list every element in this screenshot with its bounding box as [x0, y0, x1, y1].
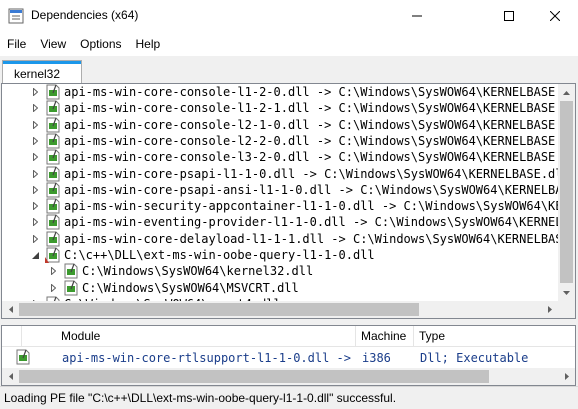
modules-list[interactable]: Module Machine Type api-ms-win-core-rtls… [1, 325, 576, 386]
scroll-down-icon[interactable] [558, 284, 575, 301]
dll-icon [45, 198, 61, 214]
collapsed-triangle-icon[interactable] [30, 84, 40, 100]
tree-node-label: api-ms-win-core-psapi-ansi-l1-1-0.dll ->… [64, 182, 576, 197]
dll-icon [15, 349, 31, 365]
tree-node[interactable]: api-ms-win-core-console-l2-2-0.dll -> C:… [30, 133, 576, 149]
collapsed-triangle-icon[interactable] [30, 149, 40, 165]
modules-horizontal-thumb[interactable] [19, 370, 489, 383]
scroll-left-icon[interactable] [2, 368, 19, 385]
tree-horizontal-thumb[interactable] [19, 303, 419, 316]
dll-warning-icon [45, 247, 61, 263]
app-icon [8, 8, 24, 24]
menu-help[interactable]: Help [129, 34, 168, 54]
collapsed-triangle-icon[interactable] [30, 133, 40, 149]
scroll-up-icon[interactable] [558, 84, 575, 101]
collapsed-triangle-icon[interactable] [48, 263, 58, 279]
dll-icon [45, 84, 61, 100]
dll-icon [63, 280, 79, 296]
title-bar: Dependencies (x64) [0, 0, 578, 31]
dll-icon [45, 166, 61, 182]
dll-icon [45, 100, 61, 116]
collapsed-triangle-icon[interactable] [30, 100, 40, 116]
column-header-type[interactable]: Type [414, 326, 575, 347]
expanded-triangle-icon[interactable] [30, 247, 40, 263]
close-icon [550, 10, 560, 21]
dependency-tree[interactable]: api-ms-win-core-console-l1-2-0.dll -> C:… [1, 83, 576, 319]
collapsed-triangle-icon[interactable] [30, 231, 40, 247]
tree-node[interactable]: C:\Windows\SysWOW64\kernel32.dll [48, 263, 313, 279]
tree-node[interactable]: C:\c++\DLL\ext-ms-win-oobe-query-l1-1-0.… [30, 247, 375, 263]
tree-node-label: api-ms-win-eventing-provider-l1-1-0.dll … [64, 215, 576, 230]
tree-node[interactable]: api-ms-win-core-console-l3-2-0.dll -> C:… [30, 149, 576, 165]
tree-vertical-scrollbar[interactable] [558, 84, 575, 301]
menu-view[interactable]: View [33, 34, 73, 54]
dll-icon [45, 149, 61, 165]
modules-header: Module Machine Type [2, 326, 575, 347]
scroll-left-icon[interactable] [2, 301, 19, 318]
module-type: Dll; Executable [420, 351, 529, 365]
tree-node[interactable]: api-ms-win-core-console-l2-1-0.dll -> C:… [30, 117, 576, 133]
window-title: Dependencies (x64) [31, 8, 139, 22]
column-header-machine[interactable]: Machine [356, 326, 414, 347]
tree-node[interactable]: C:\Windows\SysWOW64\MSVCRT.dll [48, 280, 299, 296]
status-text: Loading PE file "C:\c++\DLL\ext-ms-win-o… [4, 391, 397, 405]
menu-file[interactable]: File [0, 34, 33, 54]
status-bar: Loading PE file "C:\c++\DLL\ext-ms-win-o… [0, 386, 578, 409]
collapsed-triangle-icon[interactable] [30, 117, 40, 133]
collapsed-triangle-icon[interactable] [30, 214, 40, 230]
dll-icon [45, 117, 61, 133]
module-machine: i386 [362, 351, 391, 365]
tree-node-label: C:\Windows\SysWOW64\MSVCRT.dll [82, 280, 299, 295]
collapsed-triangle-icon[interactable] [48, 280, 58, 296]
tree-node-label: api-ms-win-core-console-l3-2-0.dll -> C:… [64, 150, 576, 165]
collapsed-triangle-icon[interactable] [30, 198, 40, 214]
tree-node-label: api-ms-win-core-console-l1-2-0.dll -> C:… [64, 85, 576, 99]
collapsed-triangle-icon[interactable] [30, 182, 40, 198]
modules-horizontal-scrollbar[interactable] [2, 368, 575, 385]
tree-node-label: api-ms-win-core-psapi-l1-1-0.dll -> C:\W… [64, 166, 570, 181]
module-name: api-ms-win-core-rtlsupport-l1-1-0.dll ->… [62, 351, 354, 365]
tree-node[interactable]: api-ms-win-eventing-provider-l1-1-0.dll … [30, 214, 576, 230]
maximize-icon [504, 10, 514, 21]
menu-options[interactable]: Options [73, 34, 128, 54]
tree-vertical-thumb[interactable] [560, 101, 573, 283]
table-row[interactable]: api-ms-win-core-rtlsupport-l1-1-0.dll ->… [2, 347, 575, 367]
column-header-icon[interactable] [2, 326, 22, 347]
tab-label: kernel32 [14, 67, 61, 81]
tree-node-label: api-ms-win-security-appcontainer-l1-1-0.… [64, 199, 575, 214]
tree-node[interactable]: api-ms-win-core-delayload-l1-1-1.dll -> … [30, 231, 576, 247]
dll-icon [45, 214, 61, 230]
tab-strip: kernel32 [0, 57, 578, 83]
tab-kernel32[interactable]: kernel32 [2, 60, 82, 83]
column-header-module[interactable]: Module [56, 326, 356, 347]
tree-node[interactable]: api-ms-win-core-psapi-l1-1-0.dll -> C:\W… [30, 166, 570, 182]
tree-node[interactable]: api-ms-win-core-psapi-ansi-l1-1-0.dll ->… [30, 182, 576, 198]
tree-node[interactable]: api-ms-win-core-console-l1-2-1.dll -> C:… [30, 100, 576, 116]
tree-node-label: api-ms-win-core-console-l2-1-0.dll -> C:… [64, 117, 576, 132]
tree-node-label: C:\c++\DLL\ext-ms-win-oobe-query-l1-1-0.… [64, 248, 375, 262]
dll-icon [45, 231, 61, 247]
scroll-right-icon[interactable] [541, 301, 558, 318]
menu-bar: File View Options Help [0, 31, 578, 57]
tree-node-label: api-ms-win-core-delayload-l1-1-1.dll -> … [64, 231, 576, 246]
close-button[interactable] [532, 0, 578, 31]
maximize-button[interactable] [486, 0, 532, 31]
dll-icon [63, 263, 79, 279]
dll-icon [45, 133, 61, 149]
minimize-icon [412, 15, 422, 16]
tree-node[interactable]: api-ms-win-core-console-l1-2-0.dll -> C:… [30, 84, 576, 100]
tree-node-label: C:\Windows\SysWOW64\kernel32.dll [82, 264, 314, 279]
tree-node-label: api-ms-win-core-console-l2-2-0.dll -> C:… [64, 133, 576, 148]
collapsed-triangle-icon[interactable] [30, 166, 40, 182]
scroll-right-icon[interactable] [558, 368, 575, 385]
minimize-button[interactable] [394, 0, 440, 31]
tree-node[interactable]: api-ms-win-security-appcontainer-l1-1-0.… [30, 198, 575, 214]
scrollbar-corner [558, 301, 575, 318]
tree-horizontal-scrollbar[interactable] [2, 301, 558, 318]
dll-icon [45, 182, 61, 198]
tree-node-label: api-ms-win-core-console-l1-2-1.dll -> C:… [64, 101, 576, 116]
tab-active-indicator [3, 61, 81, 64]
